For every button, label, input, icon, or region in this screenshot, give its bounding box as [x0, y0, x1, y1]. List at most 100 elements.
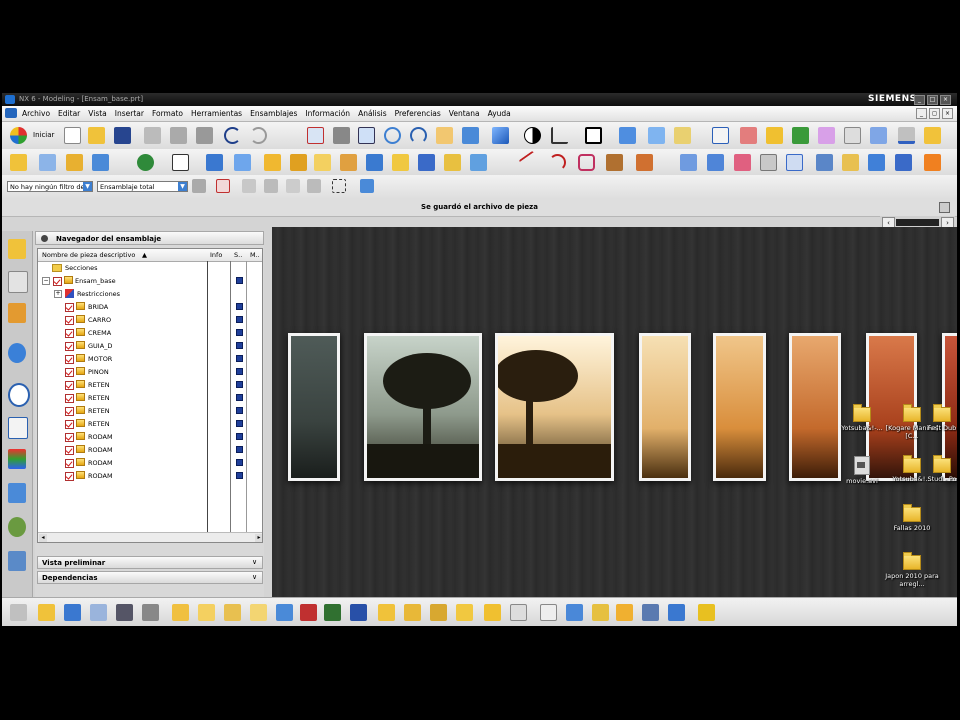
- visibility-checkbox[interactable]: [65, 329, 74, 338]
- drafting-icon[interactable]: [816, 154, 833, 171]
- tools-icon[interactable]: [92, 154, 109, 171]
- view-orientation-icon[interactable]: [619, 127, 636, 144]
- replace-icon[interactable]: [142, 604, 159, 621]
- start-icon[interactable]: [10, 127, 27, 144]
- project-curve-icon[interactable]: [636, 154, 653, 171]
- assembly-navigator-tab-icon[interactable]: [8, 239, 26, 259]
- constraint-navigator-tab-icon[interactable]: [8, 271, 28, 293]
- layer-icon[interactable]: [818, 127, 835, 144]
- redo-icon[interactable]: [250, 127, 267, 144]
- clearance-icon[interactable]: [510, 604, 527, 621]
- surface-icon[interactable]: [680, 154, 697, 171]
- reposition-icon[interactable]: [116, 604, 133, 621]
- arc-icon[interactable]: [549, 154, 566, 171]
- desktop-icon[interactable]: Japon 2010 para arregl...: [882, 552, 942, 588]
- assembly-tool-icon[interactable]: [10, 604, 27, 621]
- doc-minimize-button[interactable]: _: [916, 108, 927, 119]
- cut-away-icon[interactable]: [668, 604, 685, 621]
- move-component-icon[interactable]: [198, 604, 215, 621]
- filter-icon[interactable]: [870, 127, 887, 144]
- dependencies-pane-header[interactable]: Dependencias ∨: [37, 571, 263, 584]
- system-scene-tab-icon[interactable]: [8, 551, 26, 571]
- touch-align-icon[interactable]: [300, 604, 317, 621]
- ruler-icon[interactable]: [898, 127, 915, 144]
- tree-row[interactable]: CARRO: [38, 313, 262, 326]
- snap-point-icon[interactable]: [712, 127, 729, 144]
- undo-icon[interactable]: [224, 127, 241, 144]
- navigator-tree[interactable]: Nombre de pieza descriptivo ▲ Info S.. M…: [37, 248, 263, 543]
- intersect-icon[interactable]: [470, 154, 487, 171]
- expand-icon[interactable]: +: [54, 290, 62, 298]
- rotate-icon[interactable]: [410, 127, 427, 144]
- snap-crosshair-icon[interactable]: [216, 179, 230, 193]
- view-iso-icon[interactable]: [674, 127, 691, 144]
- tree-row[interactable]: RODAM: [38, 456, 262, 469]
- part-navigator-tab-icon[interactable]: [8, 303, 26, 323]
- sweep-icon[interactable]: [734, 154, 751, 171]
- minimize-button[interactable]: _: [914, 95, 925, 105]
- wave-link-icon[interactable]: [484, 604, 501, 621]
- system-materials-tab-icon[interactable]: [8, 417, 28, 439]
- maximize-button[interactable]: □: [927, 95, 938, 105]
- visibility-checkbox[interactable]: [65, 394, 74, 403]
- new-file-icon[interactable]: [64, 127, 81, 144]
- copy-icon[interactable]: [170, 127, 187, 144]
- blank-icon[interactable]: [760, 154, 777, 171]
- edge-display-icon[interactable]: [551, 127, 568, 144]
- visibility-checkbox[interactable]: [65, 459, 74, 468]
- chevron-down-icon[interactable]: ∨: [250, 573, 259, 582]
- tree-row-constraints[interactable]: + Restricciones: [38, 287, 262, 300]
- menu-ventana[interactable]: Ventana: [449, 109, 480, 118]
- subtract-icon[interactable]: [444, 154, 461, 171]
- menu-herramientas[interactable]: Herramientas: [191, 109, 242, 118]
- wcs-icon[interactable]: [740, 127, 757, 144]
- hole-icon[interactable]: [264, 154, 281, 171]
- select-faces-icon[interactable]: [286, 179, 300, 193]
- visibility-checkbox[interactable]: [65, 407, 74, 416]
- menu-vista[interactable]: Vista: [88, 109, 107, 118]
- view-front-icon[interactable]: [648, 127, 665, 144]
- new-component-icon[interactable]: [64, 604, 81, 621]
- assembly-constraints-icon[interactable]: [250, 604, 267, 621]
- zoom-window-icon[interactable]: [333, 127, 350, 144]
- scroll-track[interactable]: [896, 219, 939, 226]
- tree-row[interactable]: CREMA: [38, 326, 262, 339]
- background-icon[interactable]: [524, 127, 541, 144]
- column-info[interactable]: Info: [210, 251, 222, 259]
- link-icon[interactable]: [592, 604, 609, 621]
- save-icon[interactable]: [114, 127, 131, 144]
- menu-informacion[interactable]: Información: [305, 109, 350, 118]
- edit-explosion-icon[interactable]: [430, 604, 447, 621]
- show-hide-constraints-icon[interactable]: [276, 604, 293, 621]
- cut-icon[interactable]: [144, 127, 161, 144]
- roles-tab-icon[interactable]: [8, 517, 26, 537]
- line-icon[interactable]: [518, 150, 543, 175]
- boss-icon[interactable]: [290, 154, 307, 171]
- view-section-icon[interactable]: [786, 154, 803, 171]
- shell-icon[interactable]: [366, 154, 383, 171]
- menu-ayuda[interactable]: Ayuda: [488, 109, 511, 118]
- magnify-icon[interactable]: [384, 127, 401, 144]
- visibility-checkbox[interactable]: [65, 420, 74, 429]
- tree-row[interactable]: RODAM: [38, 469, 262, 482]
- note-icon[interactable]: [868, 154, 885, 171]
- extrude-icon[interactable]: [206, 154, 223, 171]
- collapse-icon[interactable]: −: [42, 277, 50, 285]
- status-panel-icon[interactable]: [939, 202, 950, 213]
- tree-row[interactable]: RETEN: [38, 378, 262, 391]
- color-swatch-icon[interactable]: [585, 127, 602, 144]
- tree-row[interactable]: BRIDA: [38, 300, 262, 313]
- tree-row[interactable]: RODAM: [38, 430, 262, 443]
- visibility-checkbox[interactable]: [65, 368, 74, 377]
- visibility-checkbox[interactable]: [65, 316, 74, 325]
- mesh-surface-icon[interactable]: [707, 154, 724, 171]
- scroll-right-icon[interactable]: ▸: [255, 534, 262, 542]
- desktop-icon[interactable]: Fest Dub: [927, 404, 957, 432]
- tree-row[interactable]: RODAM: [38, 443, 262, 456]
- tree-row[interactable]: GUIA_D: [38, 339, 262, 352]
- menu-ensamblajes[interactable]: Ensamblajes: [250, 109, 297, 118]
- internet-explorer-tab-icon[interactable]: [8, 343, 26, 363]
- visibility-checkbox[interactable]: [65, 303, 74, 312]
- menu-archivo[interactable]: Archivo: [22, 109, 50, 118]
- visibility-checkbox[interactable]: [65, 446, 74, 455]
